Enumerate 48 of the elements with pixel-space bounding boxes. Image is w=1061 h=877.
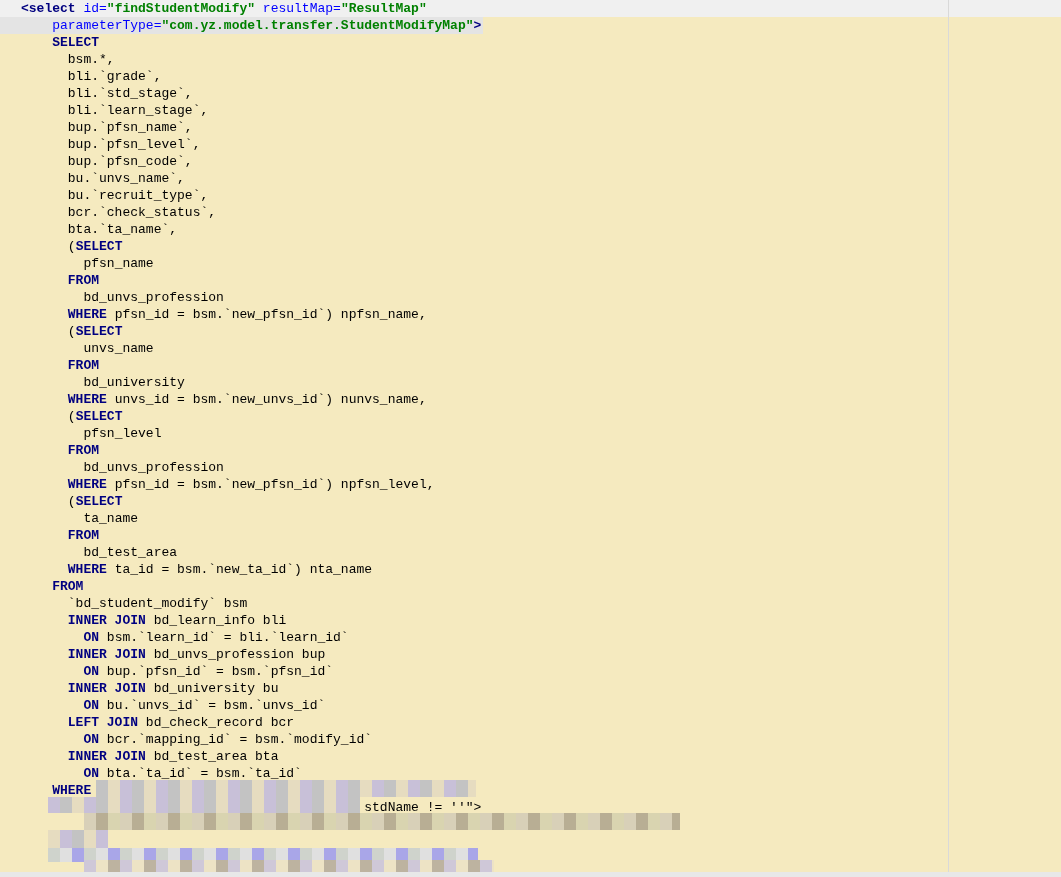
code-line: unvs_name [83, 341, 154, 356]
code-line: WHERE [52, 783, 92, 798]
code-line: ta_name [83, 511, 139, 526]
code-line: ON bup.`pfsn_id` = bsm.`pfsn_id` [83, 664, 334, 679]
code-line: <select id="findStudentModify" resultMap="ResultMap" [21, 1, 427, 16]
code-line: bu.`recruit_type`, [67, 188, 209, 203]
code-line: FROM [67, 443, 100, 458]
code-line: WHERE ta_id = bsm.`new_ta_id`) nta_name [67, 562, 373, 577]
code-line: bli.`std_stage`, [67, 86, 193, 101]
code-line: WHERE unvs_id = bsm.`new_unvs_id`) nunvs_name, [67, 392, 427, 407]
code-line: (SELECT [67, 324, 123, 339]
code-line: bta.`ta_name`, [67, 222, 178, 237]
code-line: (SELECT [67, 239, 123, 254]
code-line: ON bsm.`learn_id` = bli.`learn_id` [83, 630, 349, 645]
code-line: pfsn_level [83, 426, 162, 441]
code-line: WHERE pfsn_id = bsm.`new_pfsn_id`) npfsn_name, [67, 307, 427, 322]
code-line: FROM [67, 273, 100, 288]
code-line: (SELECT [67, 409, 123, 424]
code-line: bli.`grade`, [67, 69, 162, 84]
code-line: bd_university [83, 375, 185, 390]
code-line: INNER JOIN bd_test_area bta [67, 749, 279, 764]
code-line: bd_test_area [83, 545, 178, 560]
code-line: WHERE pfsn_id = bsm.`new_pfsn_id`) npfsn_level, [67, 477, 435, 492]
code-line: bcr.`check_status`, [67, 205, 217, 220]
code-line: INNER JOIN bd_learn_info bli [67, 613, 287, 628]
code-line: INNER JOIN bd_unvs_profession bup [67, 647, 326, 662]
code-line: bli.`learn_stage`, [67, 103, 209, 118]
code-line: parameterType="com.yz.model.transfer.StudentModifyMap"> [52, 18, 482, 33]
code-line: INNER JOIN bd_university bu [67, 681, 279, 696]
code-line: LEFT JOIN bd_check_record bcr [67, 715, 295, 730]
code-line: bup.`pfsn_level`, [67, 137, 201, 152]
code-line: bsm.*, [67, 52, 115, 67]
code-line: FROM [52, 579, 84, 594]
code-line: bu.`unvs_name`, [67, 171, 185, 186]
code-line: bd_unvs_profession [83, 460, 224, 475]
code-line: bup.`pfsn_name`, [67, 120, 193, 135]
code-line: FROM [67, 528, 100, 543]
code-line: ON bta.`ta_id` = bsm.`ta_id` [83, 766, 302, 781]
code-line: (SELECT [67, 494, 123, 509]
code-line: bup.`pfsn_code`, [67, 154, 193, 169]
code-line: bd_unvs_profession [83, 290, 224, 305]
code-line: `bd_student_modify` bsm [67, 596, 248, 611]
code-line: ON bcr.`mapping_id` = bsm.`modify_id` [83, 732, 373, 747]
code-line: ON bu.`unvs_id` = bsm.`unvs_id` [83, 698, 326, 713]
code-line: stdName != ''"> [364, 800, 482, 815]
code-line: pfsn_name [83, 256, 154, 271]
code-line: SELECT [52, 35, 100, 50]
code-line: FROM [67, 358, 100, 373]
